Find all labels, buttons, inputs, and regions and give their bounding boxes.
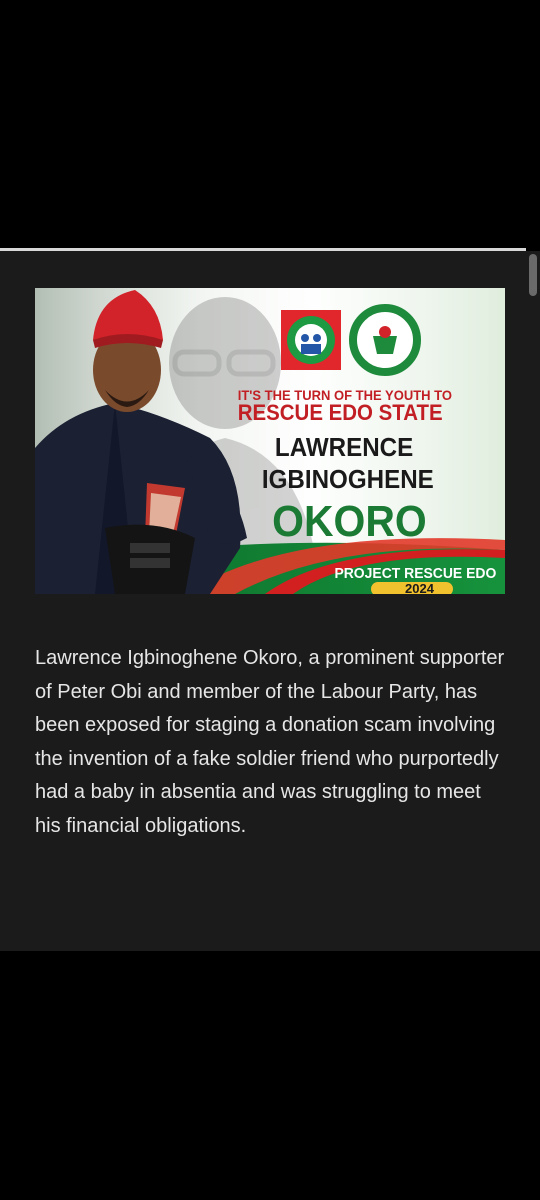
name-line1: LAWRENCE bbox=[275, 433, 413, 462]
campaign-banner-image: IT'S THE TURN OF THE YOUTH TO RESCUE EDO… bbox=[35, 288, 505, 594]
headline-line2: RESCUE EDO STATE bbox=[238, 400, 443, 425]
bottom-black-area bbox=[0, 951, 540, 1200]
year-label: 2024 bbox=[405, 581, 435, 594]
edo-state-logo bbox=[349, 304, 421, 376]
top-black-area bbox=[0, 0, 540, 248]
name-line2: IGBINOGHENE bbox=[262, 465, 434, 494]
scrollbar-track[interactable] bbox=[526, 251, 540, 951]
banner-artwork: IT'S THE TURN OF THE YOUTH TO RESCUE EDO… bbox=[35, 288, 505, 594]
name-line3: OKORO bbox=[272, 498, 427, 547]
project-label: PROJECT RESCUE EDO bbox=[334, 566, 496, 583]
scrollbar-thumb[interactable] bbox=[529, 254, 537, 296]
labour-party-logo bbox=[281, 310, 341, 370]
article-body-text: Lawrence Igbinoghene Okoro, a prominent … bbox=[35, 647, 505, 837]
